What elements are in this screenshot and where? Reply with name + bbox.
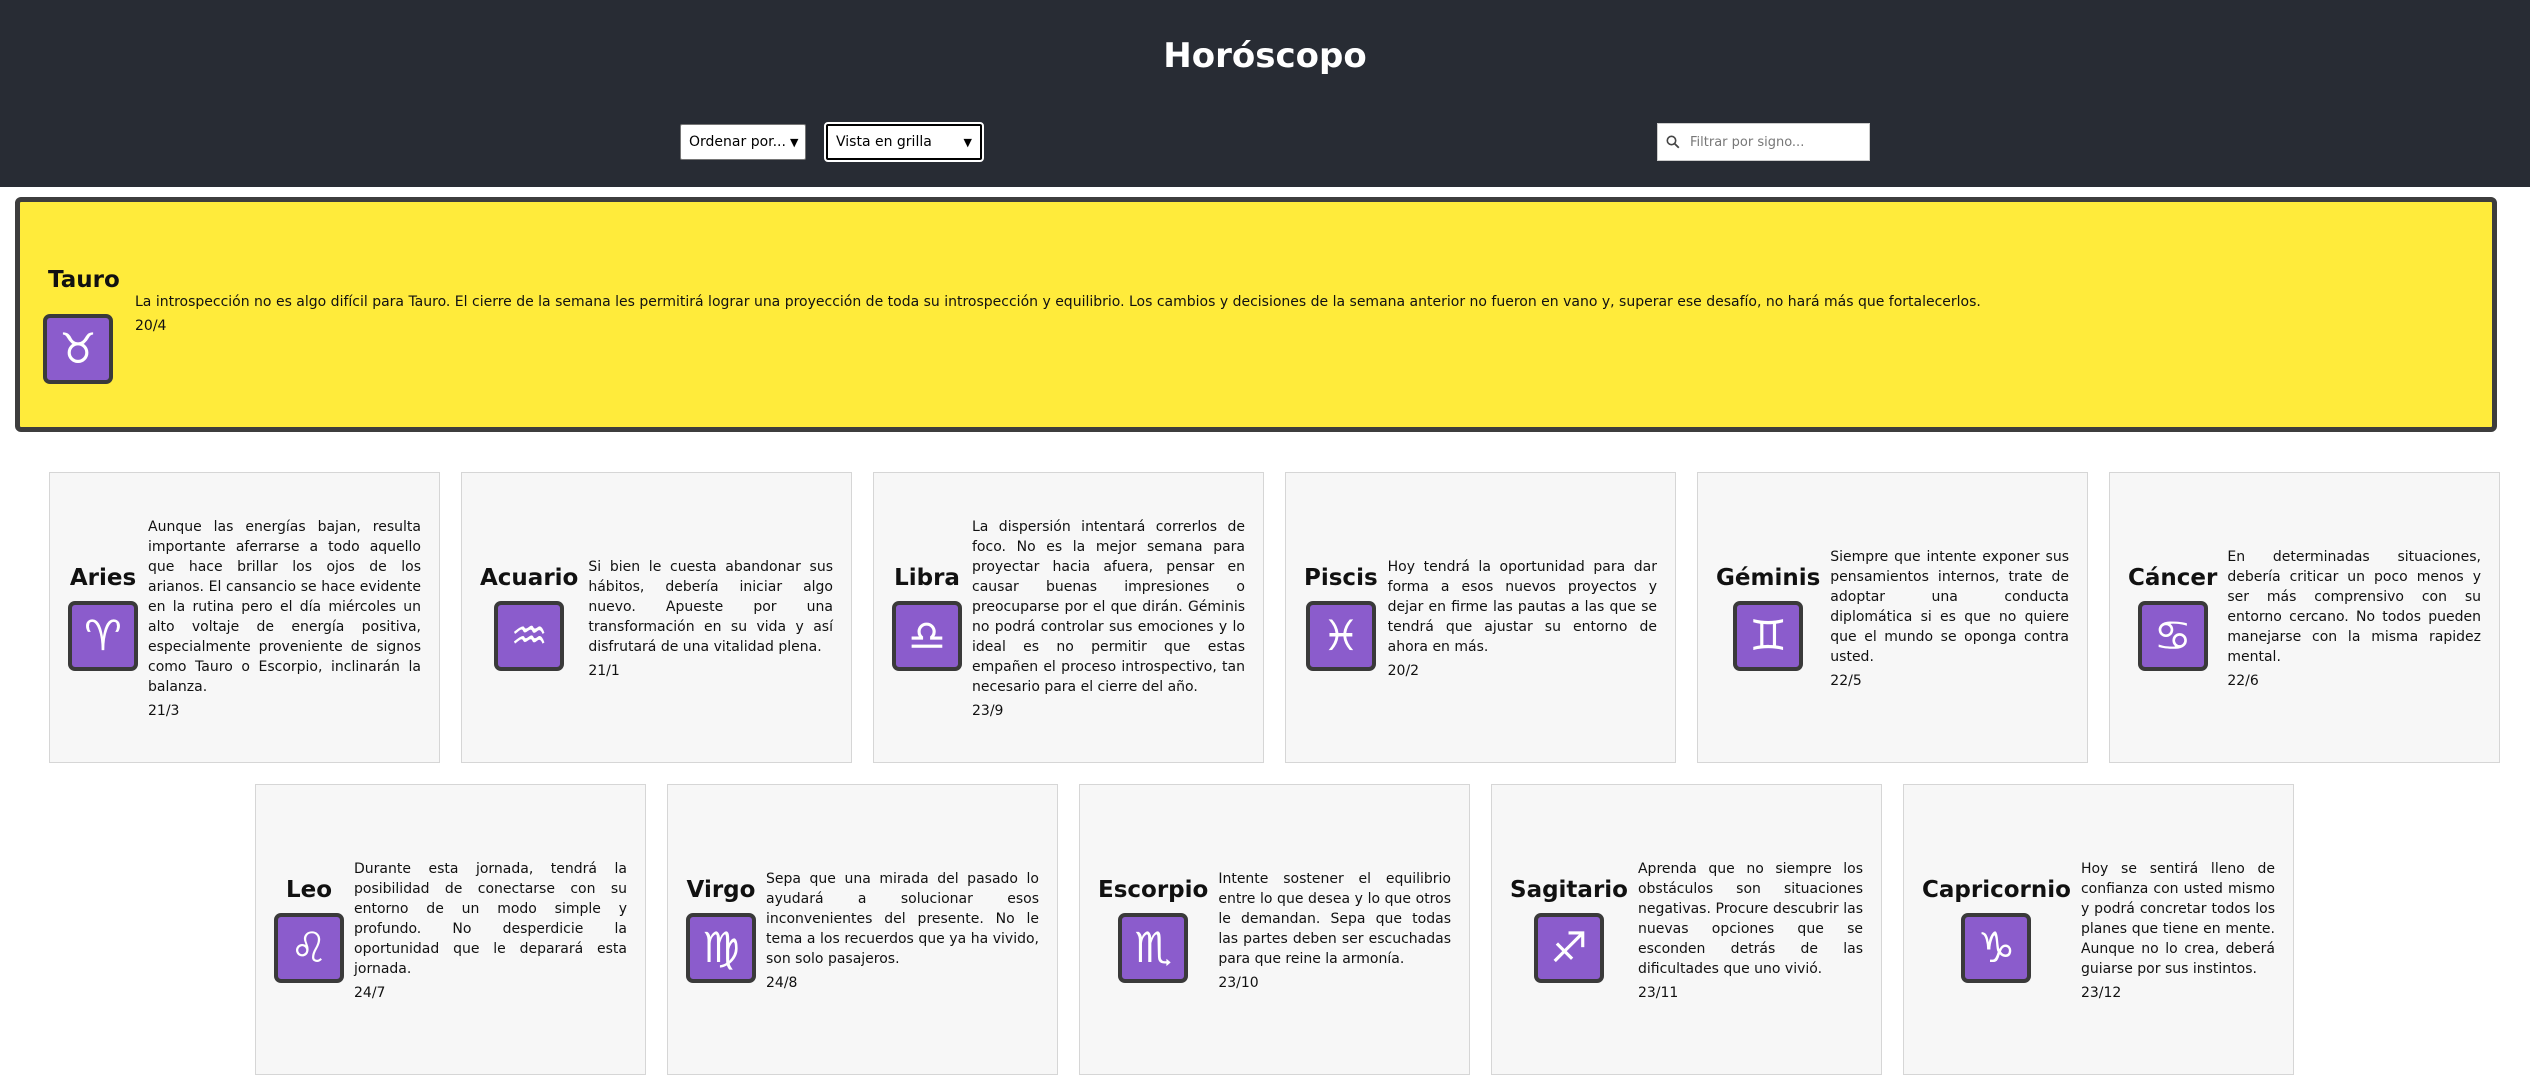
- sign-card-geminis[interactable]: Géminis ♊ Siempre que intente exponer su…: [1697, 472, 2088, 763]
- search-icon: [1666, 135, 1680, 149]
- sign-card-virgo[interactable]: Virgo ♍ Sepa que una mirada del pasado l…: [667, 784, 1058, 1075]
- gemini-icon: ♊: [1733, 600, 1804, 671]
- sign-description: Si bien le cuesta abandonar sus hábitos,…: [588, 558, 833, 655]
- sign-description: Durante esta jornada, tendrá la posibili…: [354, 860, 627, 977]
- sign-description: Aunque las energías bajan, resulta impor…: [148, 518, 421, 695]
- sign-description: Aprenda que no siempre los obstáculos so…: [1637, 860, 1863, 977]
- sign-name: Leo: [285, 876, 333, 903]
- sign-date: 23/11: [1637, 984, 1679, 1001]
- sign-name: Cáncer: [2128, 564, 2218, 591]
- sign-description: Intente sostener el equilibrio entre lo …: [1218, 870, 1451, 967]
- featured-sign-description: La introspección no es algo difícil para…: [135, 294, 1981, 310]
- sign-description: Hoy se sentirá lleno de confianza con us…: [2080, 860, 2275, 977]
- sign-name: Capricornio: [1922, 876, 2071, 903]
- sign-date: 21/3: [148, 702, 180, 719]
- sign-name: Piscis: [1304, 564, 1378, 591]
- sign-name: Acuario: [480, 564, 579, 591]
- sign-name: Géminis: [1716, 564, 1821, 591]
- search-box[interactable]: [1657, 123, 1870, 161]
- sign-card-sagitario[interactable]: Sagitario ♐ Aprenda que no siempre los o…: [1491, 784, 1882, 1075]
- sign-card-cancer[interactable]: Cáncer ♋ En determinadas situaciones, de…: [2109, 472, 2500, 763]
- sign-name: Virgo: [686, 876, 756, 903]
- sign-card-capricornio[interactable]: Capricornio ♑ Hoy se sentirá lleno de co…: [1903, 784, 2294, 1075]
- sign-date: 23/12: [2080, 984, 2122, 1001]
- sign-description: Siempre que intente exponer sus pensamie…: [1830, 548, 2069, 665]
- sign-card-libra[interactable]: Libra ♎ La dispersión intentará correrlo…: [873, 472, 1264, 763]
- sign-date: 24/8: [766, 974, 798, 991]
- page-title: Horóscopo: [1163, 36, 1367, 76]
- sign-card-acuario[interactable]: Acuario ♒ Si bien le cuesta abandonar su…: [461, 472, 852, 763]
- sign-date: 24/7: [354, 984, 386, 1001]
- sign-card-leo[interactable]: Leo ♌ Durante esta jornada, tendrá la po…: [255, 784, 646, 1075]
- sort-select[interactable]: Ordenar por... ▼: [680, 124, 806, 160]
- featured-sign-date: 20/4: [135, 318, 167, 334]
- sign-date: 21/1: [588, 662, 620, 679]
- sign-card-piscis[interactable]: Piscis ♓ Hoy tendrá la oportunidad para …: [1285, 472, 1676, 763]
- aries-icon: ♈: [68, 600, 138, 671]
- sign-description: En determinadas situaciones, debería cri…: [2227, 548, 2481, 665]
- sign-name: Libra: [894, 564, 960, 591]
- pisces-icon: ♓: [1305, 600, 1376, 671]
- search-input[interactable]: [1688, 133, 1862, 151]
- view-select-label: Vista en grilla: [836, 134, 932, 150]
- aquarius-icon: ♒: [494, 600, 565, 671]
- sign-description: La dispersión intentará correrlos de foc…: [972, 518, 1245, 695]
- capricorn-icon: ♑: [1961, 912, 2032, 983]
- app-header: Horóscopo Ordenar por... ▼ Vista en gril…: [0, 0, 2530, 187]
- sign-date: 23/9: [972, 702, 1004, 719]
- scorpio-icon: ♏: [1118, 912, 1189, 983]
- sign-date: 23/10: [1218, 974, 1259, 991]
- featured-sign-card[interactable]: Tauro ♉ La introspección no es algo difí…: [15, 197, 2497, 432]
- sign-card-aries[interactable]: Aries ♈ Aunque las energías bajan, resul…: [49, 472, 440, 763]
- sign-name: Escorpio: [1098, 876, 1209, 903]
- sign-date: 20/2: [1387, 662, 1420, 679]
- taurus-icon: ♉: [43, 314, 113, 384]
- sign-description: Sepa que una mirada del pasado lo ayudar…: [766, 870, 1039, 967]
- sign-name: Aries: [69, 564, 137, 591]
- sort-select-label: Ordenar por...: [689, 134, 786, 150]
- libra-icon: ♎: [892, 600, 962, 671]
- sign-date: 22/5: [1830, 672, 1862, 689]
- sign-description: Hoy tendrá la oportunidad para dar forma…: [1387, 558, 1657, 655]
- sagittarius-icon: ♐: [1533, 912, 1604, 983]
- sign-card-escorpio[interactable]: Escorpio ♏ Intente sostener el equilibri…: [1079, 784, 1470, 1075]
- cancer-icon: ♋: [2137, 600, 2208, 671]
- chevron-down-icon: ▼: [963, 135, 972, 149]
- featured-sign-name: Tauro: [48, 267, 120, 293]
- sign-name: Sagitario: [1510, 876, 1628, 903]
- leo-icon: ♌: [274, 912, 344, 983]
- virgo-icon: ♍: [686, 912, 756, 983]
- view-select[interactable]: Vista en grilla ▼: [824, 122, 984, 162]
- chevron-down-icon: ▼: [789, 135, 799, 149]
- sign-date: 22/6: [2227, 672, 2259, 689]
